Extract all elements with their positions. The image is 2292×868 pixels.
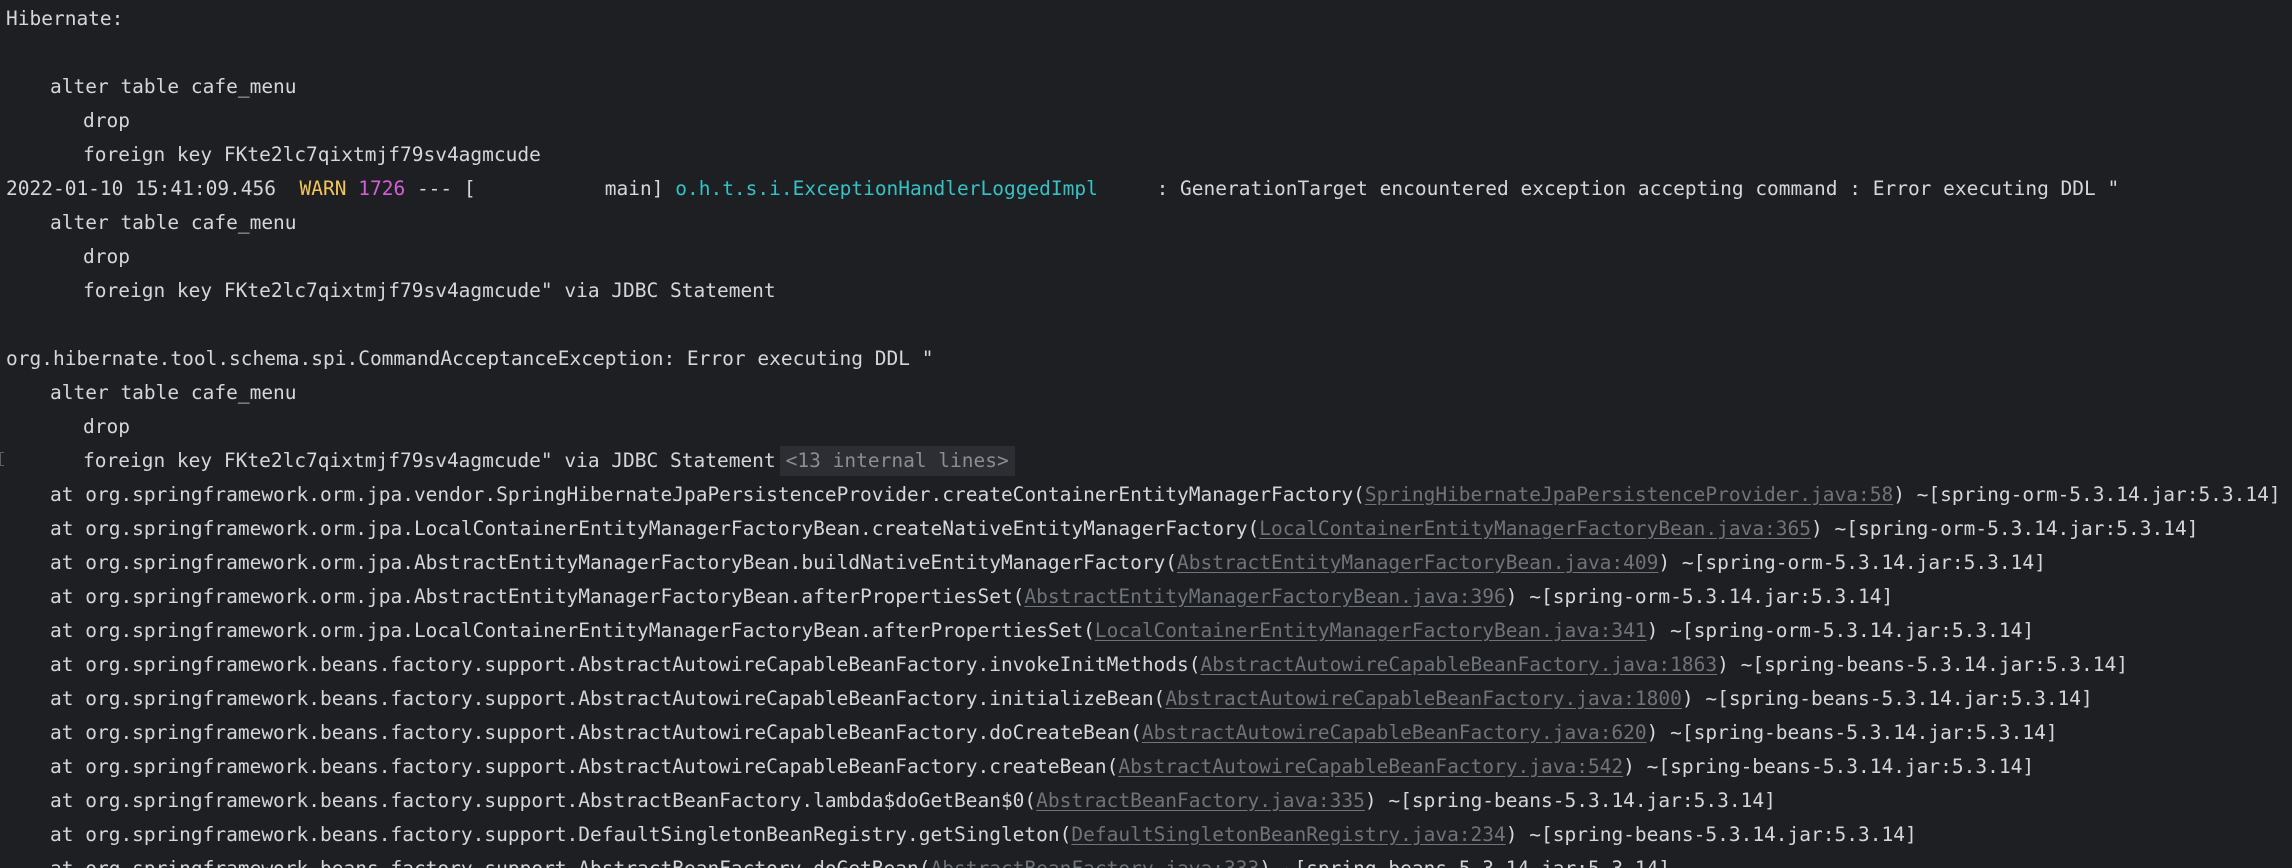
- warn-fk-line: foreign key FKte2lc7qixtmjf79sv4agmcude"…: [83, 279, 776, 302]
- stack-frame-jar: ) ~[spring-beans-5.3.14.jar:5.3.14]: [1505, 823, 1917, 846]
- exception-fk-text: foreign key FKte2lc7qixtmjf79sv4agmcude"…: [83, 449, 776, 472]
- console-output: Hibernate: alter table cafe_menu drop fo…: [0, 0, 2292, 868]
- stack-frame: at org.springframework.beans.factory.sup…: [50, 818, 1917, 852]
- stack-frame: at org.springframework.orm.jpa.LocalCont…: [50, 512, 2198, 546]
- stack-frame-jar: ) ~[spring-beans-5.3.14.jar:5.3.14]: [1717, 653, 2128, 676]
- stack-frame: at org.springframework.orm.jpa.AbstractE…: [50, 546, 2046, 580]
- exception-alter-line: alter table cafe_menu: [50, 381, 297, 404]
- folded-lines-toggle[interactable]: <13 internal lines>: [779, 446, 1015, 476]
- hibernate-label: Hibernate:: [6, 7, 124, 30]
- stack-frame-method: at org.springframework.orm.jpa.AbstractE…: [50, 551, 1178, 574]
- log-level: WARN: [299, 177, 347, 200]
- stack-frame-source-link[interactable]: SpringHibernateJpaPersistenceProvider.ja…: [1365, 483, 1893, 506]
- exception-fk-line: foreign key FKte2lc7qixtmjf79sv4agmcude"…: [83, 444, 1015, 478]
- stack-frame: at org.springframework.beans.factory.sup…: [50, 648, 2128, 682]
- stack-frame-source-link[interactable]: LocalContainerEntityManagerFactoryBean.j…: [1259, 517, 1811, 540]
- stack-frame-method: at org.springframework.orm.jpa.AbstractE…: [50, 585, 1025, 608]
- log-logger: o.h.t.s.i.ExceptionHandlerLoggedImpl: [675, 177, 1098, 200]
- log-pid: 1726: [358, 177, 406, 200]
- log-message: : GenerationTarget encountered exception…: [1156, 177, 2120, 200]
- sql-drop-line: drop: [83, 109, 130, 132]
- stack-frame-jar: ) ~[spring-orm-5.3.14.jar:5.3.14]: [1658, 551, 2046, 574]
- fold-gutter-icon[interactable]: [0, 452, 4, 466]
- stack-frame: at org.springframework.orm.jpa.vendor.Sp…: [50, 478, 2281, 512]
- stack-frame-jar: ) ~[spring-orm-5.3.14.jar:5.3.14]: [1646, 619, 2035, 642]
- stack-frame: at org.springframework.beans.factory.sup…: [50, 784, 1776, 818]
- stack-frame-jar: ) ~[spring-orm-5.3.14.jar:5.3.14]: [1893, 483, 2281, 506]
- stack-frame-source-link[interactable]: AbstractBeanFactory.java:335: [1036, 789, 1365, 812]
- stack-frame: at org.springframework.beans.factory.sup…: [50, 852, 1670, 868]
- log-timestamp: 2022-01-10 15:41:09.456: [6, 177, 277, 200]
- stack-frame-source-link[interactable]: AbstractAutowireCapableBeanFactory.java:…: [1201, 653, 1718, 676]
- exception-header: org.hibernate.tool.schema.spi.CommandAcc…: [6, 347, 934, 370]
- log-thread: --- [ main]: [405, 177, 676, 200]
- stack-frame-source-link[interactable]: AbstractEntityManagerFactoryBean.java:39…: [1024, 585, 1505, 608]
- stack-frame-source-link[interactable]: AbstractEntityManagerFactoryBean.java:40…: [1177, 551, 1658, 574]
- stack-frame: at org.springframework.orm.jpa.LocalCont…: [50, 614, 2034, 648]
- stack-frame-method: at org.springframework.beans.factory.sup…: [50, 789, 1037, 812]
- stack-frame-method: at org.springframework.beans.factory.sup…: [50, 687, 1166, 710]
- stack-frame-method: at org.springframework.beans.factory.sup…: [50, 653, 1201, 676]
- stack-frame-source-link[interactable]: AbstractAutowireCapableBeanFactory.java:…: [1118, 755, 1623, 778]
- stack-frame-jar: ) ~[spring-beans-5.3.14.jar:5.3.14]: [1364, 789, 1776, 812]
- stack-frame: at org.springframework.beans.factory.sup…: [50, 750, 2034, 784]
- stack-frame-source-link[interactable]: AbstractAutowireCapableBeanFactory.java:…: [1142, 721, 1647, 744]
- warn-drop-line: drop: [83, 245, 130, 268]
- warn-alter-line: alter table cafe_menu: [50, 211, 297, 234]
- stack-frame-method: at org.springframework.orm.jpa.LocalCont…: [50, 619, 1095, 642]
- stack-frame-jar: ) ~[spring-beans-5.3.14.jar:5.3.14]: [1681, 687, 2093, 710]
- stack-frame: at org.springframework.beans.factory.sup…: [50, 682, 2093, 716]
- stack-frame: at org.springframework.orm.jpa.AbstractE…: [50, 580, 1893, 614]
- stack-frame-method: at org.springframework.orm.jpa.LocalCont…: [50, 517, 1260, 540]
- stack-frame-source-link[interactable]: AbstractAutowireCapableBeanFactory.java:…: [1165, 687, 1682, 710]
- stack-frame-source-link[interactable]: AbstractBeanFactory.java:333: [931, 857, 1260, 868]
- stack-frame-method: at org.springframework.beans.factory.sup…: [50, 755, 1119, 778]
- stack-frame-method: at org.springframework.beans.factory.sup…: [50, 823, 1072, 846]
- exception-drop-line: drop: [83, 415, 130, 438]
- stack-frame-jar: ) ~[spring-orm-5.3.14.jar:5.3.14]: [1811, 517, 2199, 540]
- sql-alter-line: alter table cafe_menu: [50, 75, 297, 98]
- stack-frame-method: at org.springframework.orm.jpa.vendor.Sp…: [50, 483, 1365, 506]
- stack-frame-jar: ) ~[spring-beans-5.3.14.jar:5.3.14]: [1259, 857, 1670, 868]
- stack-frame-source-link[interactable]: LocalContainerEntityManagerFactoryBean.j…: [1095, 619, 1647, 642]
- stack-frame-jar: ) ~[spring-beans-5.3.14.jar:5.3.14]: [1646, 721, 2058, 744]
- stack-frame-method: at org.springframework.beans.factory.sup…: [50, 857, 931, 868]
- stack-frame-jar: ) ~[spring-orm-5.3.14.jar:5.3.14]: [1505, 585, 1894, 608]
- stack-frame-method: at org.springframework.beans.factory.sup…: [50, 721, 1142, 744]
- stack-frame: at org.springframework.beans.factory.sup…: [50, 716, 2058, 750]
- stack-frame-source-link[interactable]: DefaultSingletonBeanRegistry.java:234: [1071, 823, 1505, 846]
- stack-frame-jar: ) ~[spring-beans-5.3.14.jar:5.3.14]: [1623, 755, 2035, 778]
- warn-log-line: 2022-01-10 15:41:09.456 WARN 1726 --- [ …: [6, 172, 2119, 206]
- sql-fk-line: foreign key FKte2lc7qixtmjf79sv4agmcude: [83, 143, 541, 166]
